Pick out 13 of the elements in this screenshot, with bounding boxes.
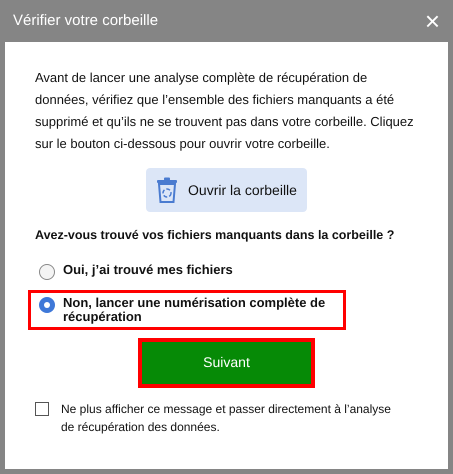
recycle-bin-icon: [156, 177, 178, 203]
radio-button[interactable]: [39, 264, 55, 280]
question-text: Avez-vous trouvé vos fichiers manquants dans la corbeille ?: [35, 227, 396, 244]
open-trash-button[interactable]: Ouvrir la corbeille: [146, 168, 307, 212]
next-button[interactable]: Suivant: [138, 338, 315, 388]
message-text: Avant de lancer une analyse complète de récupération de données, vérifiez que l’ensemble des fichiers manquants a été supprimé et qu’ils ne se trouvent pas dans votre corbeille. Cliquez sur le bouton ci-dessous pour ouvrir votre corbeille.: [35, 69, 415, 153]
checkbox-label: Ne plus afficher ce message et passer directement à l’analyse de récupération des données.: [61, 400, 392, 436]
checkbox[interactable]: [35, 402, 49, 416]
window-title: Vérifier votre corbeille: [13, 10, 158, 31]
radio-button[interactable]: [39, 296, 55, 313]
radio-option[interactable]: Oui, j’ai trouvé mes fichiers: [28, 256, 346, 286]
radio-option[interactable]: Non, lancer une numérisation complète de récupération: [28, 290, 346, 330]
close-button[interactable]: ×: [420, 8, 444, 34]
